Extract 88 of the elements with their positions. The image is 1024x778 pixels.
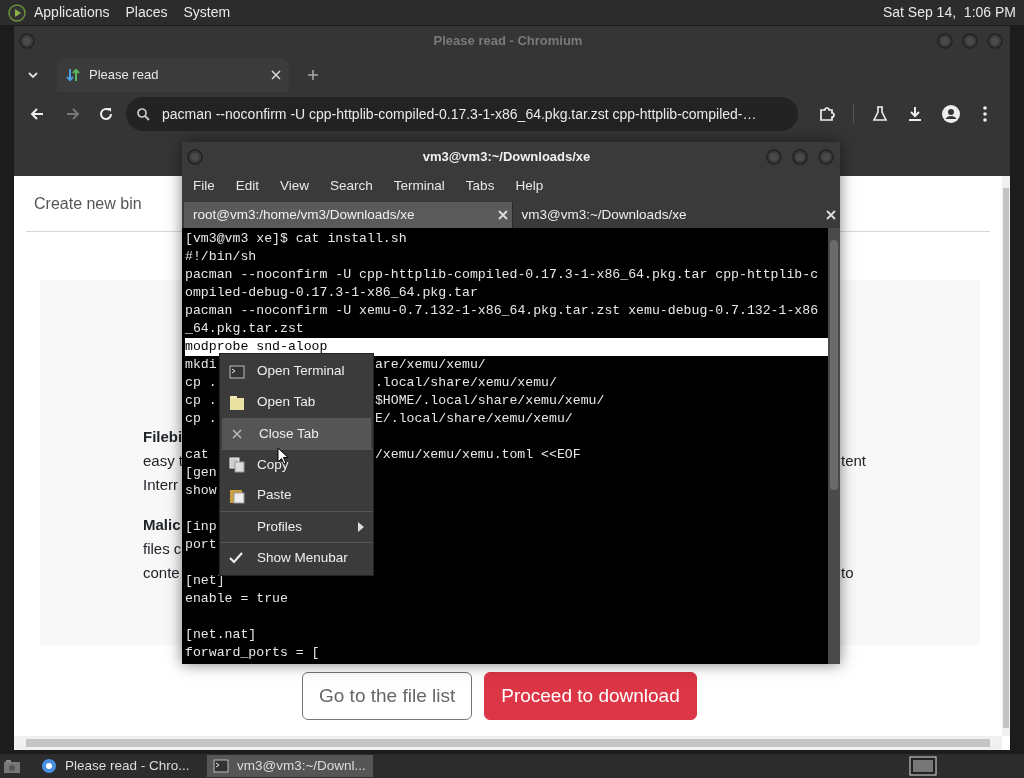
clipboard-icon [229, 487, 245, 504]
profile-icon[interactable] [941, 104, 961, 124]
file-list-button[interactable]: Go to the file list [302, 672, 473, 720]
reload-icon[interactable] [98, 106, 114, 122]
terminal-text: [net] [185, 573, 225, 588]
terminal-scrollbar[interactable] [828, 228, 840, 664]
menu-item[interactable]: Help [515, 175, 544, 197]
window-title: Please read - Chromium [433, 32, 583, 51]
folder-icon [229, 394, 245, 411]
terminal-text: cp . [185, 411, 217, 426]
browser-icon [41, 758, 57, 774]
terminal-text: [inp [185, 519, 217, 534]
panel-menu[interactable]: Applications [34, 2, 110, 23]
terminal-text: $HOME/.local/share/xemu/xemu/ [374, 392, 605, 410]
menu-item[interactable]: Tabs [465, 175, 495, 197]
window-title: vm3@vm3:~/Downloads/xe [422, 148, 591, 167]
chevron-icon[interactable] [27, 69, 39, 81]
terminal-text: #!/bin/sh [185, 249, 257, 264]
browser-tab[interactable]: Please read [57, 58, 289, 92]
menu-item[interactable]: Show Menubar [220, 542, 373, 573]
panel-menu[interactable]: System [183, 2, 231, 23]
back-icon[interactable] [29, 106, 45, 122]
horizontal-scrollbar[interactable] [14, 736, 1002, 750]
body-text: files c [143, 540, 182, 557]
search-icon [136, 107, 150, 121]
terminal-text: cat [185, 447, 209, 462]
close-icon[interactable] [271, 70, 281, 80]
taskbar-button[interactable]: vm3@vm3:~/Downl... [207, 755, 373, 777]
terminal-text: pacman --noconfirm -U cpp-httplib-compiled-0.17.3-1-x86_64.pkg.tar cpp-httplib-c [185, 267, 819, 282]
terminal-text: [gen [185, 465, 217, 480]
favicon-icon [65, 67, 81, 83]
menu-item[interactable]: Profiles [220, 511, 373, 542]
close-icon[interactable] [497, 210, 508, 220]
nav-link[interactable]: Create new bin [34, 191, 142, 216]
terminal-text: E/.local/share/xemu/xemu/ [374, 410, 573, 428]
terminal-icon [213, 759, 229, 773]
copy-icon [229, 457, 245, 473]
logo-icon[interactable] [8, 3, 26, 22]
panel-menu[interactable]: Places [125, 2, 168, 23]
address-bar[interactable]: pacman --noconfirm -U cpp-httplib-compiled-0.17.3-1-x86_64.pkg.tar.zst cpp-httplib-compiled-… [126, 97, 798, 131]
clock: Sat Sep 14, 1:06 PM [882, 3, 1016, 22]
terminal-text: mkdi [185, 357, 217, 372]
terminal-text: [vm3@vm3 xe]$ cat install.sh [185, 231, 407, 246]
terminal-text: cp . [185, 393, 217, 408]
terminal-text: /xemu/xemu/xemu.toml <<EOF [374, 446, 581, 464]
close-icon [231, 428, 243, 440]
heading-text: Malic [143, 516, 181, 533]
terminal-text: [net.nat] [185, 627, 257, 642]
terminal-text: port [185, 537, 217, 552]
menu-item[interactable]: Close Tab [222, 418, 371, 449]
download-icon[interactable] [906, 105, 924, 123]
menu-item[interactable]: View [280, 175, 310, 197]
menu-item[interactable]: Terminal [393, 175, 445, 197]
extension-icon[interactable] [818, 105, 836, 123]
terminal-text: pacman --noconfirm -U xemu-0.7.132-1-x86_64.pkg.tar.zst xemu-debug-0.7.132-1-x86 [185, 303, 819, 318]
terminal-tab[interactable]: root@vm3:/home/vm3/Downloads/xe [184, 202, 513, 228]
terminal-text: ompiled-debug-0.17.3-1-x86_64.pkg.tar [185, 285, 478, 300]
menu-item[interactable]: Open Terminal [220, 356, 373, 387]
desktop-icon[interactable] [3, 758, 21, 774]
terminal-text: are/xemu/xemu/ [374, 356, 486, 374]
menu-item[interactable]: Search [330, 175, 373, 197]
terminal-text: enable = true [185, 591, 288, 606]
body-text: Interr [143, 476, 178, 493]
taskbar-button[interactable]: Please read - Chro... [35, 755, 201, 777]
terminal-text: .local/share/xemu/xemu/ [374, 374, 557, 392]
heading-text: Filebi [143, 428, 183, 445]
menu-icon[interactable] [982, 105, 988, 123]
terminal-text: cp . [185, 375, 217, 390]
menu-item[interactable]: File [193, 175, 215, 197]
download-button[interactable]: Proceed to download [484, 672, 697, 720]
terminal-text: _64.pkg.tar.zst [185, 321, 304, 336]
new-tab-icon[interactable] [307, 69, 319, 81]
submenu-arrow-icon [358, 522, 364, 532]
menu-item[interactable]: Open Tab [220, 387, 373, 418]
forward-icon[interactable] [65, 106, 81, 122]
body-text: conte [143, 564, 180, 581]
menu-item[interactable]: Edit [235, 175, 260, 197]
flask-icon[interactable] [871, 105, 889, 123]
body-text: tent [841, 451, 867, 471]
terminal-text: show [185, 483, 217, 498]
body-text: to [841, 563, 854, 583]
terminal-icon [229, 364, 245, 379]
vertical-scrollbar[interactable] [1002, 176, 1010, 736]
workspace-icon[interactable] [909, 756, 937, 776]
check-icon [229, 552, 243, 564]
terminal-text: forward_ports = [ [185, 645, 320, 660]
menu-item[interactable]: Paste [220, 480, 373, 511]
close-icon[interactable] [826, 210, 836, 220]
